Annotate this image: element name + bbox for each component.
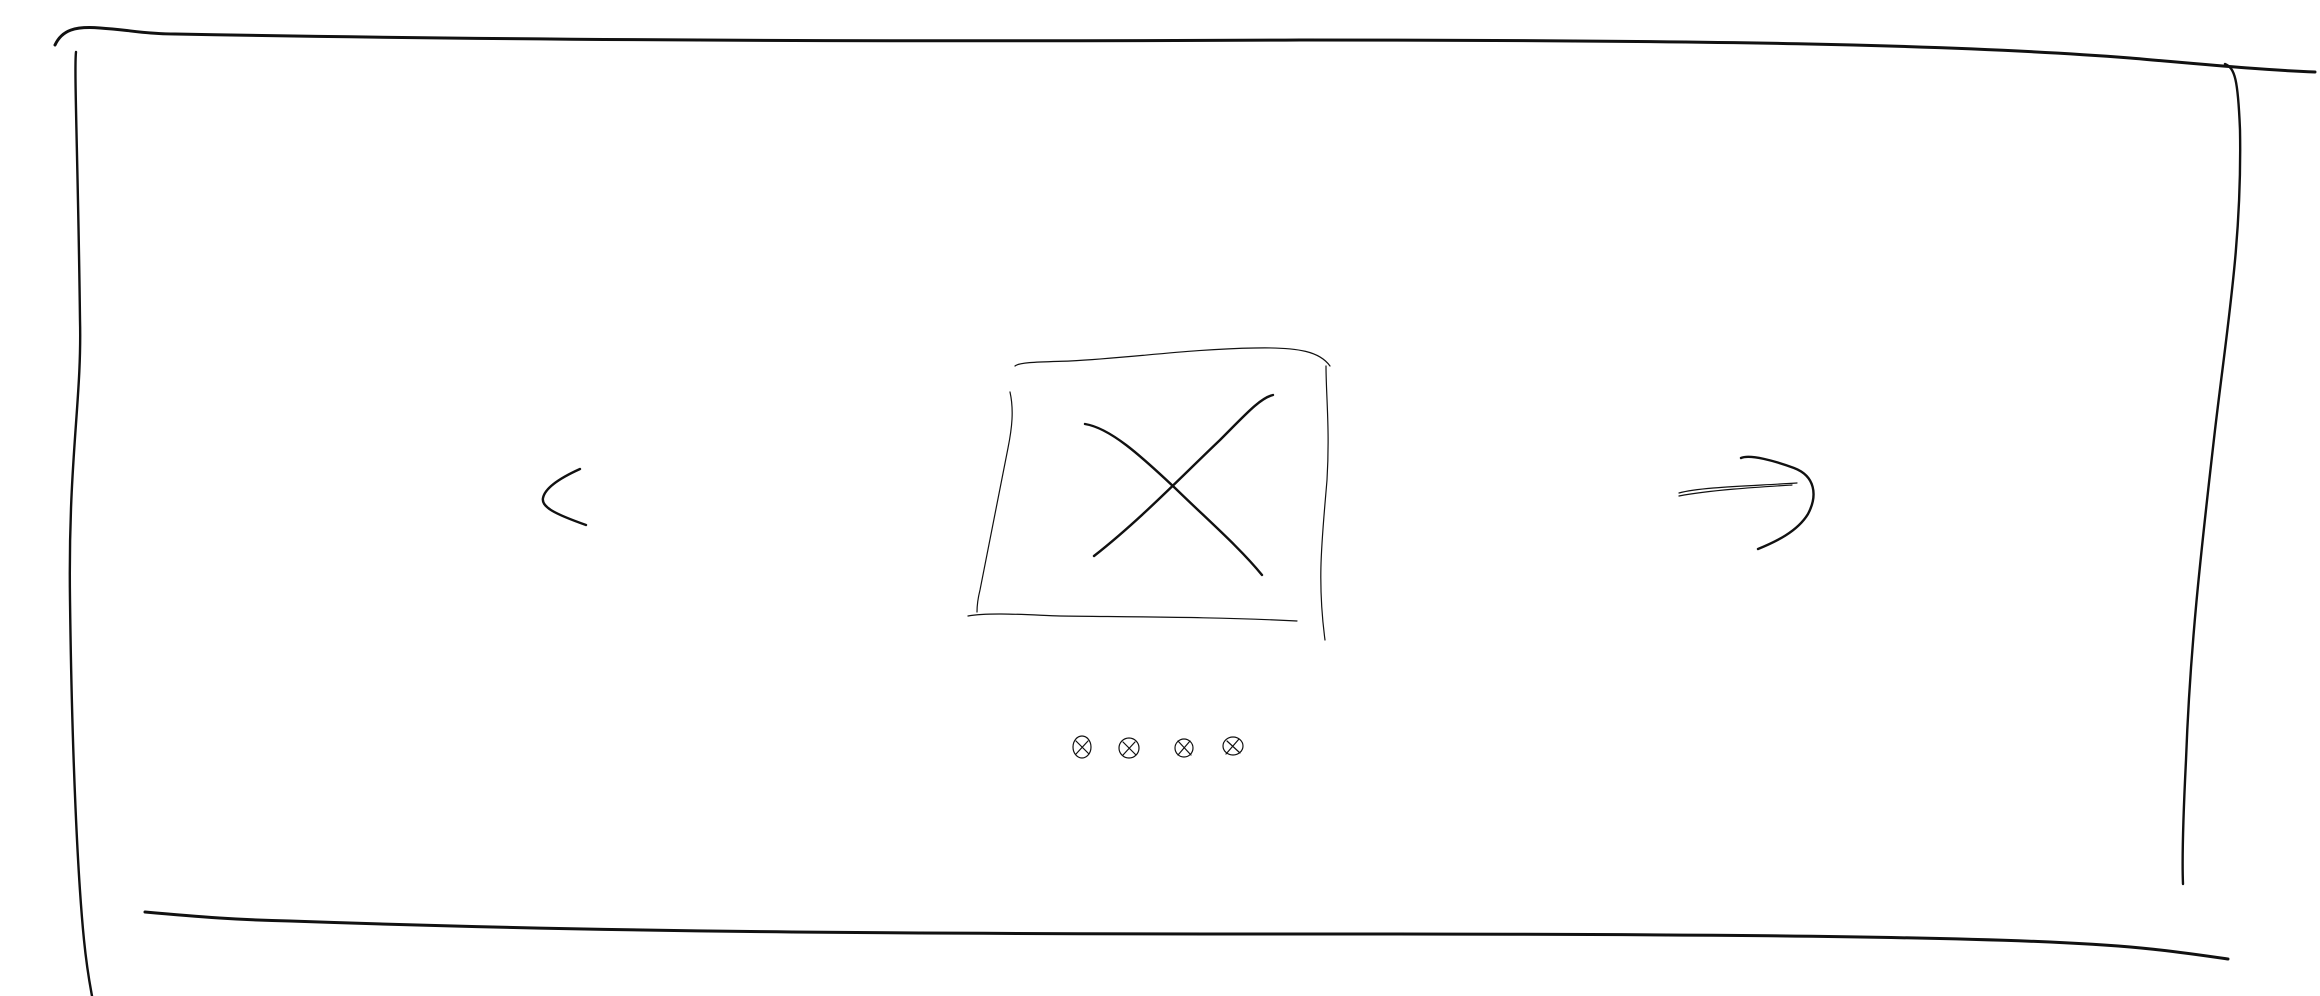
- frame-bottom-edge: [143, 910, 2230, 961]
- image-frame-bottom: [967, 613, 1298, 622]
- image-frame-top: [1014, 347, 1331, 367]
- carousel-wireframe: [53, 26, 2317, 996]
- next-button[interactable]: [1678, 455, 1815, 551]
- slide-indicators: [1072, 735, 1244, 759]
- indicator-dot[interactable]: [1118, 737, 1140, 759]
- frame-top-edge: [53, 26, 2317, 74]
- carousel-frame: [53, 26, 2317, 996]
- slide-image-placeholder: [967, 347, 1331, 641]
- indicator-dot[interactable]: [1072, 735, 1092, 759]
- arrow-right-icon: [1739, 455, 1815, 551]
- image-placeholder-icon: [1092, 393, 1275, 558]
- indicator-dot[interactable]: [1222, 736, 1244, 756]
- prev-button[interactable]: [541, 467, 588, 527]
- chevron-left-icon: [541, 467, 588, 527]
- image-placeholder-icon: [1083, 422, 1264, 577]
- frame-right-edge: [2181, 62, 2242, 886]
- image-frame-right: [1320, 365, 1329, 641]
- image-frame-left: [976, 391, 1013, 613]
- indicator-dot[interactable]: [1174, 738, 1194, 758]
- frame-left-edge: [68, 50, 94, 996]
- arrow-right-icon: [1678, 482, 1798, 494]
